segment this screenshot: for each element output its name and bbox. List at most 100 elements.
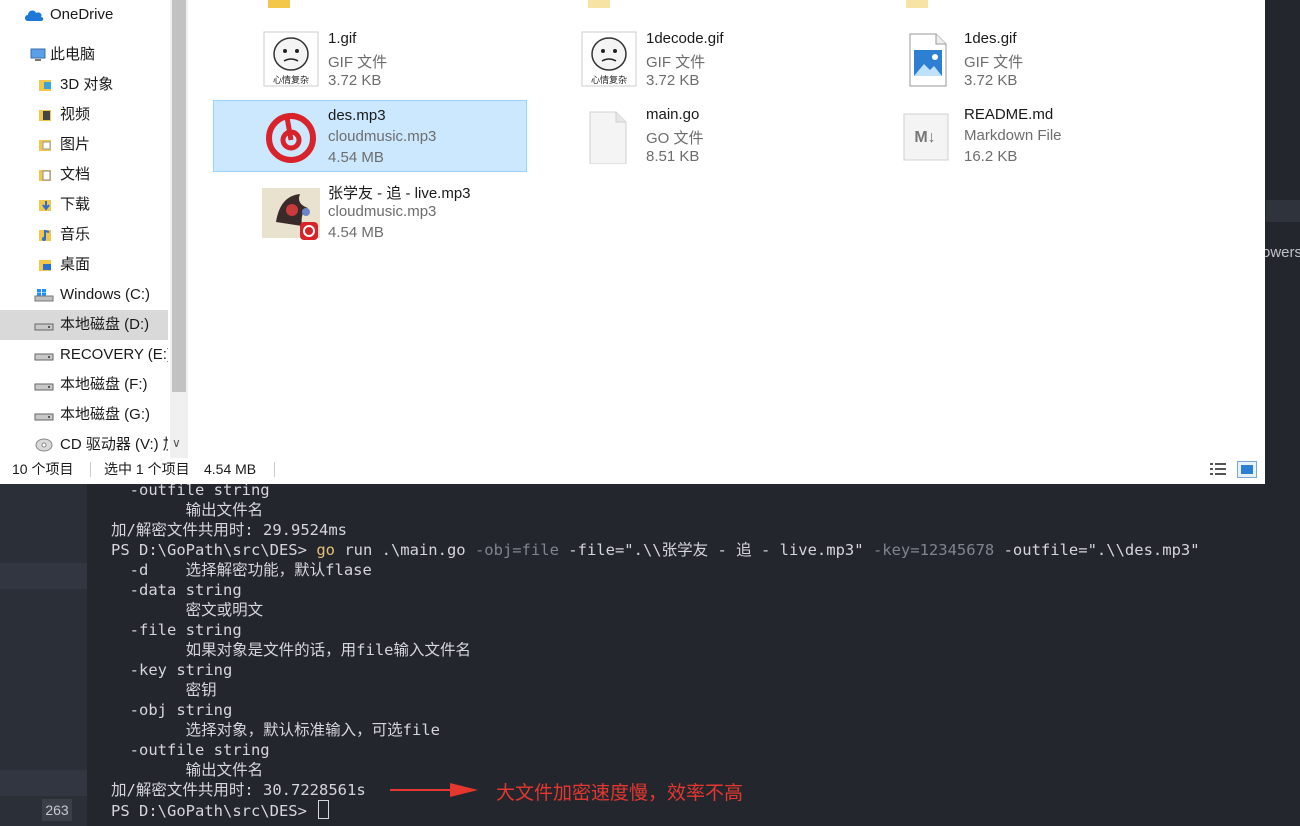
go-keyword: go — [316, 541, 335, 559]
file-item-main-go[interactable]: main.go GO 文件 8.51 KB — [532, 100, 844, 170]
cmd-run: run .\main.go — [334, 541, 475, 559]
nav-item-drive-v[interactable]: CD 驱动器 (V:) 加 — [0, 430, 168, 458]
file-item-1-gif[interactable]: 心情复杂 1.gif GIF 文件 3.72 KB — [214, 24, 526, 94]
terminal-line: -data string — [111, 581, 242, 599]
file-item-1des-gif[interactable]: 1des.gif GIF 文件 3.72 KB — [850, 24, 1162, 94]
annotation-arrow — [390, 783, 478, 797]
terminal-line: 加/解密文件共用时: 29.9524ms — [111, 521, 347, 539]
file-type: GO 文件 — [646, 130, 704, 147]
terminal-line: 如果对象是文件的话，用file输入文件名 — [111, 641, 471, 659]
divider — [90, 462, 91, 477]
file-name: main.go — [646, 106, 700, 123]
file-type: GIF 文件 — [646, 54, 706, 71]
album-art-thumbnail — [262, 188, 320, 240]
nav-item-this-pc[interactable]: 此电脑 — [0, 40, 168, 70]
file-list: 心情复杂 1.gif GIF 文件 3.72 KB 心情复杂 1decode.g… — [190, 0, 1265, 458]
nav-item-drive-e[interactable]: RECOVERY (E:) — [0, 340, 168, 370]
terminal-line: 输出文件名 — [111, 761, 264, 779]
file-explorer-window: OneDrive 此电脑 3D 对象 视频 图片 文档 下载 音乐 桌面 Win… — [0, 0, 1265, 484]
gutter-highlight — [0, 563, 87, 589]
svg-text:M↓: M↓ — [914, 129, 935, 146]
file-type: GIF 文件 — [328, 54, 388, 71]
file-size: 16.2 KB — [964, 148, 1018, 165]
nav-scrollbar-thumb[interactable] — [172, 0, 186, 392]
terminal-line: 密钥 — [111, 681, 217, 699]
nav-item-pictures[interactable]: 图片 — [0, 130, 168, 160]
cmd-key-flag: -key=12345678 — [872, 541, 995, 559]
file-size: 4.54 MB — [328, 149, 384, 166]
terminal-line: 选择对象，默认标准输入，可选file — [111, 721, 440, 739]
file-type: cloudmusic.mp3 — [328, 128, 437, 145]
cmd-file-flag: -file=".\\张学友 - 追 - live.mp3" — [558, 541, 873, 559]
svg-text:心情复杂: 心情复杂 — [591, 74, 627, 85]
terminal-line: 加/解密文件共用时: 30.7228561s — [111, 781, 366, 799]
nav-item-music[interactable]: 音乐 — [0, 220, 168, 250]
nav-item-downloads[interactable]: 下载 — [0, 190, 168, 220]
nav-item-drive-g[interactable]: 本地磁盘 (G:) — [0, 400, 168, 430]
terminal-line: -file string — [111, 621, 242, 639]
file-size: 4.54 MB — [328, 224, 384, 241]
music-folder-icon — [39, 229, 51, 241]
chevron-down-icon[interactable]: ∨ — [172, 436, 181, 450]
file-item-readme-md[interactable]: M↓ README.md Markdown File 16.2 KB — [850, 100, 1162, 170]
status-bar: 10 个项目 选中 1 个项目 4.54 MB — [0, 458, 1265, 484]
nav-item-drive-d[interactable]: 本地磁盘 (D:) — [0, 310, 168, 340]
cloud-icon — [25, 10, 44, 21]
selection-count: 选中 1 个项目 — [104, 461, 190, 477]
cmd-obj-flag: -obj=file — [474, 541, 559, 559]
image-file-icon — [909, 33, 947, 87]
terminal-line: -key string — [111, 661, 233, 679]
markdown-file-icon: M↓ — [903, 113, 949, 161]
cd-drive-icon — [35, 438, 53, 452]
background-panel-strip — [1266, 200, 1300, 222]
folder-icon — [268, 0, 290, 8]
gutter-highlight — [0, 770, 87, 796]
video-folder-icon — [39, 110, 51, 121]
file-size: 8.51 KB — [646, 148, 700, 165]
large-icons-view-icon[interactable] — [1237, 461, 1257, 478]
file-name: 张学友 - 追 - live.mp3 — [328, 185, 471, 202]
file-item-des-mp3[interactable]: des.mp3 cloudmusic.mp3 4.54 MB — [213, 100, 527, 172]
blank-file-icon — [589, 111, 627, 164]
selection-size: 4.54 MB — [204, 461, 257, 477]
file-name: 1decode.gif — [646, 30, 724, 47]
meme-thumbnail: 心情复杂 — [581, 31, 637, 87]
terminal-line: 密文或明文 — [111, 601, 264, 619]
folder-icon — [588, 0, 610, 8]
terminal-input-line[interactable]: PS D:\GoPath\src\DES> — [111, 800, 330, 821]
drive-icon — [34, 323, 54, 331]
file-name: 1.gif — [328, 30, 357, 47]
pictures-folder-icon — [39, 140, 51, 151]
folder-icon — [906, 0, 928, 8]
nav-item-documents[interactable]: 文档 — [0, 160, 168, 190]
file-size: 3.72 KB — [964, 72, 1018, 89]
file-size: 3.72 KB — [646, 72, 700, 89]
prompt: PS D:\GoPath\src\DES> — [111, 802, 317, 820]
nav-item-3d-objects[interactable]: 3D 对象 — [0, 70, 168, 100]
navigation-pane: OneDrive 此电脑 3D 对象 视频 图片 文档 下载 音乐 桌面 Win… — [0, 0, 168, 458]
item-count: 10 个项目 — [12, 461, 74, 477]
file-type: GIF 文件 — [964, 54, 1024, 71]
terminal-command-line: PS D:\GoPath\src\DES> go run .\main.go -… — [111, 540, 1200, 560]
file-item-live-mp3[interactable]: 张学友 - 追 - live.mp3 cloudmusic.mp3 4.54 M… — [214, 176, 526, 246]
meme-thumbnail: 心情复杂 — [263, 31, 319, 87]
annotation-text: 大文件加密速度慢，效率不高 — [496, 782, 744, 804]
terminal-line: -obj string — [111, 701, 233, 719]
terminal-line: -d 选择解密功能，默认flase — [111, 561, 372, 579]
file-item-1decode-gif[interactable]: 心情复杂 1decode.gif GIF 文件 3.72 KB — [532, 24, 844, 94]
svg-text:心情复杂: 心情复杂 — [273, 74, 309, 85]
drive-icon — [34, 413, 54, 421]
file-name: des.mp3 — [328, 107, 386, 124]
nav-item-drive-c[interactable]: Windows (C:) — [0, 280, 168, 310]
nav-item-drive-f[interactable]: 本地磁盘 (F:) — [0, 370, 168, 400]
file-name: README.md — [964, 106, 1054, 123]
details-view-icon[interactable] — [1209, 462, 1227, 476]
documents-folder-icon — [39, 170, 51, 181]
nav-item-videos[interactable]: 视频 — [0, 100, 168, 130]
file-name: 1des.gif — [964, 30, 1017, 47]
terminal-cursor — [318, 800, 330, 819]
nav-item-desktop[interactable]: 桌面 — [0, 250, 168, 280]
divider — [274, 462, 275, 477]
nav-item-onedrive[interactable]: OneDrive — [0, 0, 168, 30]
3d-objects-icon — [39, 80, 51, 91]
